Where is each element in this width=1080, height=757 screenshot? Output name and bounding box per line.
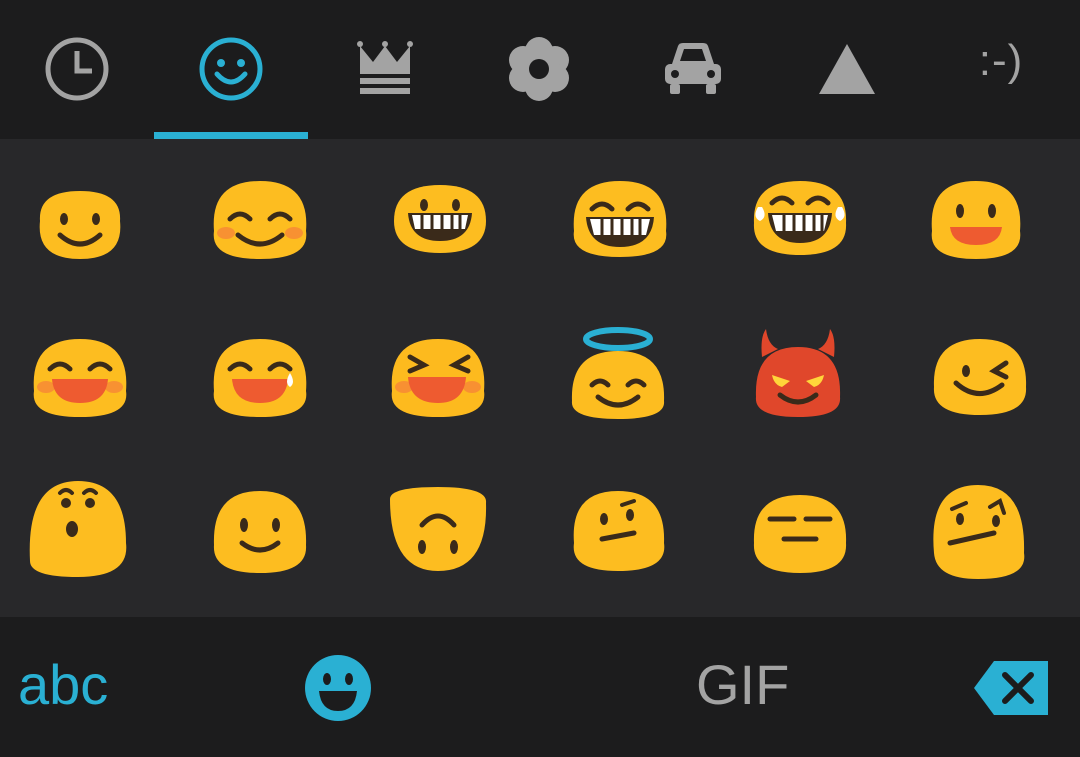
emoji-laughing-squinting-face[interactable] — [360, 317, 540, 473]
emoji-face-with-raised-eyebrow[interactable] — [540, 473, 720, 629]
emoji-grid — [0, 139, 1080, 617]
crown-icon — [357, 41, 413, 94]
emoji-grinning-face-with-smiling-eyes[interactable] — [540, 161, 720, 317]
emoji-smiling-face-with-horns[interactable] — [720, 317, 900, 473]
emoji-hushed-face[interactable] — [0, 473, 180, 629]
delete-button[interactable] — [972, 659, 1050, 722]
emoji-slightly-smiling-face[interactable] — [0, 161, 180, 317]
emoji-smiling-face-with-smiling-eyes[interactable] — [180, 161, 360, 317]
clock-icon — [45, 37, 109, 101]
emoji-winking-face[interactable] — [900, 317, 1080, 473]
selected-tab-indicator — [154, 132, 308, 139]
tab-smileys[interactable] — [154, 0, 308, 139]
backspace-icon — [974, 661, 1048, 715]
tab-places[interactable] — [616, 0, 770, 139]
emoji-face-with-tears-of-joy[interactable] — [720, 161, 900, 317]
emoji-keyboard-icon — [305, 655, 371, 721]
emoji-smiling-face-with-sweat[interactable] — [180, 317, 360, 473]
emoji-keyboard-bottom-bar: abc GIF — [0, 617, 1080, 757]
tab-emoticons[interactable]: :-) — [924, 0, 1078, 139]
emoji-smiling-face[interactable] — [180, 473, 360, 629]
emoji-smiling-face-open-mouth[interactable] — [900, 161, 1080, 317]
emoji-keyboard-button[interactable] — [303, 653, 373, 728]
tab-recent[interactable] — [0, 0, 154, 139]
emoji-confused-face[interactable] — [900, 473, 1080, 629]
emoji-upside-down-face[interactable] — [360, 473, 540, 629]
emoji-grimacing-face[interactable] — [360, 161, 540, 317]
triangle-icon — [819, 44, 875, 94]
emoticon-text: :-) — [978, 36, 1024, 85]
emoji-category-tab-bar: :-) — [0, 0, 1080, 139]
emoji-expressionless-face[interactable] — [720, 473, 900, 629]
car-icon — [665, 43, 721, 94]
gif-button[interactable]: GIF — [696, 645, 789, 725]
tab-nature[interactable] — [462, 0, 616, 139]
emoji-smiling-face-open-mouth-smiling-eyes[interactable] — [0, 317, 180, 473]
emoji-smiling-face-with-halo[interactable] — [540, 317, 720, 473]
flower-icon — [509, 37, 569, 101]
abc-keyboard-button[interactable]: abc — [18, 645, 108, 725]
smiley-icon — [199, 37, 263, 101]
tab-objects[interactable] — [308, 0, 462, 139]
tab-symbols[interactable] — [770, 0, 924, 139]
